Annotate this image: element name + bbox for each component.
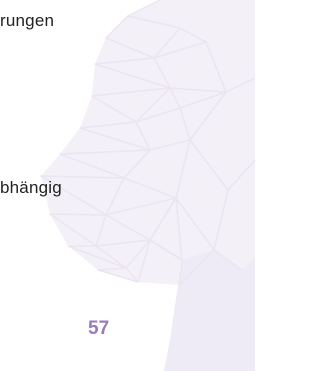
page-number: 57 [88,318,110,339]
text-fragment-line-2: bhängig [0,178,62,197]
document-page: rungen bhängig 57 [0,0,255,371]
text-fragment-line-1: rungen [0,11,55,30]
